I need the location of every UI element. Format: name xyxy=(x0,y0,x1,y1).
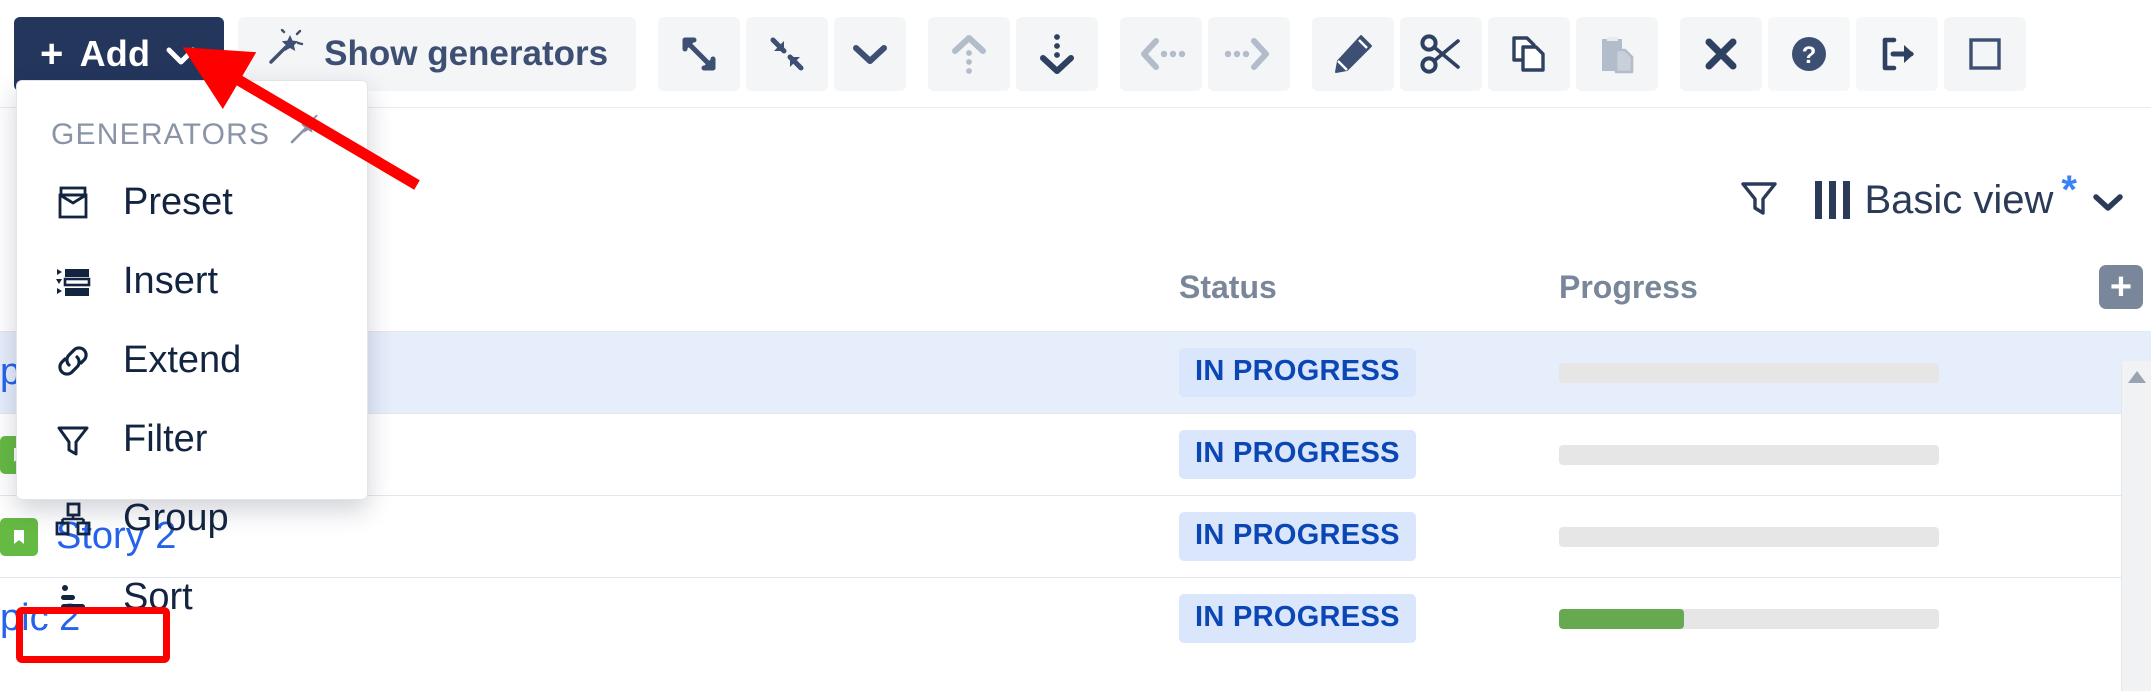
expand-diagonal-icon xyxy=(676,31,722,77)
close-x-icon xyxy=(1701,34,1741,74)
cell-status: IN PROGRESS xyxy=(1179,496,1559,578)
menu-item-label: Filter xyxy=(123,418,207,461)
menu-section-title: GENERATORS xyxy=(17,107,367,163)
cut-button[interactable] xyxy=(1400,17,1482,91)
status-badge[interactable]: IN PROGRESS xyxy=(1179,348,1416,397)
indent-button[interactable] xyxy=(1208,17,1290,91)
cell-progress xyxy=(1559,496,2099,578)
view-selector[interactable]: Basic view * xyxy=(1815,178,2125,223)
screen-root: + Add Show generators xyxy=(0,0,2151,691)
chevron-down-icon xyxy=(850,41,890,67)
menu-item-filter[interactable]: Filter xyxy=(17,400,367,479)
chevron-left-dots-icon xyxy=(1136,34,1186,74)
progress-bar xyxy=(1559,609,1939,629)
preset-box-icon xyxy=(51,183,95,223)
filter-icon[interactable] xyxy=(1737,176,1781,225)
menu-item-insert[interactable]: Insert xyxy=(17,242,367,321)
unsaved-marker: * xyxy=(2061,168,2077,213)
arrow-down-dotted-icon xyxy=(1034,31,1080,77)
column-header-progress: Progress xyxy=(1559,265,2099,332)
paste-icon xyxy=(1594,31,1640,77)
expand-all-button[interactable] xyxy=(658,17,740,91)
scroll-up-arrow-icon[interactable] xyxy=(2126,369,2148,691)
menu-item-label: Sort xyxy=(123,576,193,619)
square-outline-icon xyxy=(1962,31,2008,77)
menu-item-preset[interactable]: Preset xyxy=(17,163,367,242)
progress-bar xyxy=(1559,527,1939,547)
paste-button[interactable] xyxy=(1576,17,1658,91)
hierarchy-icon xyxy=(51,499,95,539)
progress-bar-fill xyxy=(1559,609,1684,629)
vertical-scrollbar[interactable] xyxy=(2121,361,2151,691)
menu-item-label: Insert xyxy=(123,260,218,303)
move-up-button[interactable] xyxy=(928,17,1010,91)
scissors-icon xyxy=(1418,31,1464,77)
dots-chevron-right-icon xyxy=(1224,34,1274,74)
generators-dropdown-menu: GENERATORS Preset xyxy=(16,80,368,500)
menu-item-group[interactable]: Group xyxy=(17,479,367,558)
menu-item-label: Group xyxy=(123,497,229,540)
export-button[interactable] xyxy=(1856,17,1938,91)
view-toolbar: Basic view * xyxy=(1737,170,2151,230)
cell-status: IN PROGRESS xyxy=(1179,578,1559,660)
menu-title-label: GENERATORS xyxy=(51,118,270,152)
cell-status: IN PROGRESS xyxy=(1179,332,1559,414)
help-button[interactable]: ? xyxy=(1768,17,1850,91)
chevron-down-icon xyxy=(2091,178,2125,223)
cell-progress xyxy=(1559,578,2099,660)
status-badge[interactable]: IN PROGRESS xyxy=(1179,594,1416,643)
arrow-up-dotted-icon xyxy=(946,31,992,77)
chevron-down-icon xyxy=(166,33,196,75)
menu-item-sort[interactable]: Sort xyxy=(17,558,367,637)
funnel-icon xyxy=(51,420,95,460)
column-header-status: Status xyxy=(1179,265,1559,332)
show-generators-label: Show generators xyxy=(324,34,608,74)
copy-documents-icon xyxy=(1506,31,1552,77)
progress-bar xyxy=(1559,445,1939,465)
question-circle-icon: ? xyxy=(1786,31,1832,77)
magic-wand-icon xyxy=(264,29,304,78)
columns-icon xyxy=(1815,181,1850,219)
edit-button[interactable] xyxy=(1312,17,1394,91)
menu-item-label: Preset xyxy=(123,181,233,224)
outdent-button[interactable] xyxy=(1120,17,1202,91)
copy-button[interactable] xyxy=(1488,17,1570,91)
view-label: Basic view xyxy=(1864,178,2053,223)
status-badge[interactable]: IN PROGRESS xyxy=(1179,430,1416,479)
add-column-button[interactable]: + xyxy=(2099,265,2143,309)
add-column-cell: + xyxy=(2099,265,2151,332)
menu-item-extend[interactable]: Extend xyxy=(17,321,367,400)
collapse-all-button[interactable] xyxy=(746,17,828,91)
menu-item-label: Extend xyxy=(123,339,241,382)
add-button-label: Add xyxy=(80,33,151,75)
insert-rows-icon xyxy=(51,262,95,302)
move-down-button[interactable] xyxy=(1016,17,1098,91)
collapse-diagonal-icon xyxy=(764,31,810,77)
link-chain-icon xyxy=(51,341,95,381)
delete-button[interactable] xyxy=(1680,17,1762,91)
export-arrow-icon xyxy=(1874,31,1920,77)
expand-level-button[interactable] xyxy=(834,17,906,91)
status-badge[interactable]: IN PROGRESS xyxy=(1179,512,1416,561)
cell-status: IN PROGRESS xyxy=(1179,414,1559,496)
sort-bars-icon xyxy=(51,578,95,618)
fullscreen-button[interactable] xyxy=(1944,17,2026,91)
magic-wand-icon xyxy=(286,114,320,156)
pencil-icon xyxy=(1330,31,1376,77)
progress-bar xyxy=(1559,363,1939,383)
cell-progress xyxy=(1559,414,2099,496)
svg-text:?: ? xyxy=(1802,42,1817,69)
cell-progress xyxy=(1559,332,2099,414)
plus-icon: + xyxy=(40,36,64,72)
